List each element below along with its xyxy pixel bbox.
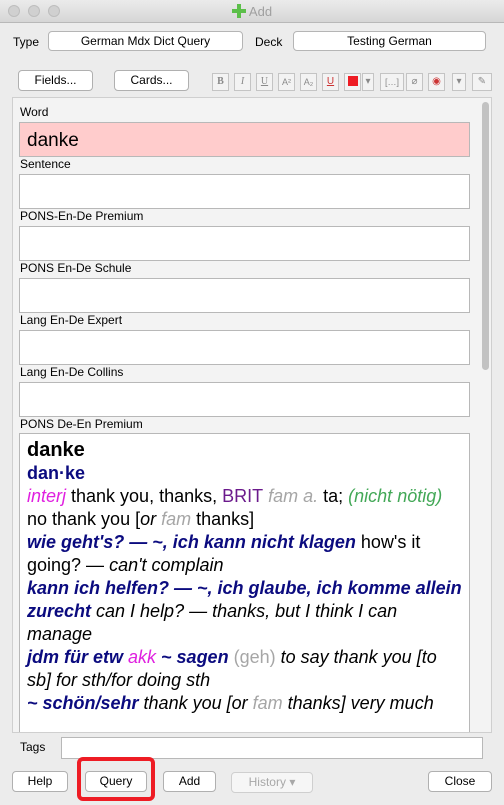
- dict-example-3-akk: akk: [128, 647, 157, 667]
- field-label-lang-en-de-collins: Lang En-De Collins: [20, 365, 124, 379]
- tags-input[interactable]: [61, 737, 483, 759]
- note-type-selector[interactable]: German Mdx Dict Query: [48, 31, 243, 51]
- dict-example-4: ~ schön/sehr thank you [or fam thanks] v…: [27, 692, 462, 715]
- cloze-icon[interactable]: […]: [380, 73, 404, 91]
- field-label-pons-en-de-premium: PONS-En-De Premium: [20, 209, 144, 223]
- history-button[interactable]: History ▾: [231, 772, 313, 793]
- query-highlight-box: [77, 757, 155, 801]
- field-lang-en-de-expert[interactable]: [19, 330, 470, 365]
- editor-scroll-thumb[interactable]: [482, 102, 489, 370]
- dict-pos: interj: [27, 486, 67, 506]
- cards-button[interactable]: Cards...: [114, 70, 189, 91]
- field-pons-en-de-premium[interactable]: [19, 226, 470, 261]
- dict-example-4-en-2: thanks] very much: [282, 693, 434, 713]
- dict-sense-1: interj thank you, thanks, BRIT fam a. ta…: [27, 485, 462, 531]
- field-label-sentence: Sentence: [20, 157, 71, 171]
- dict-thanks: thanks]: [191, 509, 255, 529]
- record-icon[interactable]: ◉: [428, 73, 445, 91]
- attach-icon[interactable]: ⌀: [406, 73, 423, 91]
- text-color-icon[interactable]: [344, 73, 361, 91]
- dict-example-1-en-italic: can't complain: [109, 555, 224, 575]
- field-label-pons-en-de-schule: PONS En-De Schule: [20, 261, 132, 275]
- field-word-value: danke: [27, 130, 79, 151]
- dict-example-4-or: or: [231, 693, 248, 713]
- bold-icon[interactable]: B: [212, 73, 229, 91]
- field-sentence[interactable]: [19, 174, 470, 209]
- text-color-swatch: [347, 76, 358, 87]
- dict-syllabified: dan·ke: [27, 463, 86, 483]
- clear-format-icon[interactable]: U: [322, 73, 339, 91]
- history-button-label: History: [248, 775, 286, 789]
- dict-ta: ta;: [318, 486, 349, 506]
- dict-translation: thank you, thanks,: [66, 486, 223, 506]
- dict-no-thank-you: no thank you [: [27, 509, 141, 529]
- dict-fam: fam: [156, 509, 192, 529]
- field-lang-en-de-collins[interactable]: [19, 382, 470, 417]
- dict-example-1-de: wie geht's? — ~, ich kann nicht klagen: [27, 532, 356, 552]
- dict-example-3-de: jdm für etw: [27, 647, 129, 667]
- dict-example-4-en: thank you [: [138, 693, 232, 713]
- tags-label: Tags: [20, 740, 46, 754]
- color-dropdown-icon[interactable]: ▾: [362, 73, 374, 91]
- underline-icon[interactable]: U: [256, 73, 273, 91]
- fields-button[interactable]: Fields...: [18, 70, 93, 91]
- deck-selector[interactable]: Testing German: [293, 31, 486, 51]
- dict-example-3-geh: (geh): [228, 647, 276, 667]
- dict-nicht-noetig: (nicht nötig): [348, 486, 443, 506]
- italic-icon[interactable]: I: [234, 73, 251, 91]
- field-label-lang-en-de-expert: Lang En-De Expert: [20, 313, 123, 327]
- dict-example-2: kann ich helfen? — ~, ich glaube, ich ko…: [27, 577, 462, 646]
- more-dropdown-icon[interactable]: ▾: [452, 73, 466, 91]
- dict-example-4-fam: fam: [247, 693, 283, 713]
- deck-label: Deck: [255, 35, 283, 49]
- window-title-text: Add: [248, 4, 273, 19]
- field-pons-en-de-schule[interactable]: [19, 278, 470, 313]
- extra-icon[interactable]: ✎: [472, 73, 492, 91]
- dict-example-4-de: ~ schön/sehr: [27, 693, 139, 713]
- superscript-icon[interactable]: A²: [278, 73, 295, 91]
- dict-region: BRIT: [222, 486, 264, 506]
- window-title: Add: [0, 4, 504, 19]
- add-plus-icon: [231, 4, 246, 18]
- help-button[interactable]: Help: [12, 771, 68, 792]
- title-bar: Add: [0, 0, 504, 23]
- dict-example-3: jdm für etw akk ~ sagen (geh) to say tha…: [27, 646, 462, 692]
- dict-register: fam a.: [263, 486, 319, 506]
- subscript-icon[interactable]: A₂: [300, 73, 317, 91]
- history-chevron-down-icon: ▾: [289, 775, 296, 789]
- field-label-pons-de-en-premium: PONS De-En Premium: [20, 417, 143, 431]
- dict-example-1: wie geht's? — ~, ich kann nicht klagen h…: [27, 531, 462, 577]
- add-button[interactable]: Add: [163, 771, 216, 792]
- dict-headword: danke: [27, 439, 85, 461]
- dict-or: or: [140, 509, 157, 529]
- type-label: Type: [13, 35, 40, 49]
- dict-example-3-de-2: ~ sagen: [156, 647, 229, 667]
- fields-editor: Word danke Sentence PONS-En-De Premium P…: [12, 97, 492, 733]
- editor-scrollbar[interactable]: [479, 98, 491, 732]
- field-word[interactable]: danke: [19, 122, 470, 157]
- field-label-word: Word: [20, 105, 49, 119]
- field-pons-de-en-premium[interactable]: danke dan·ke interj thank you, thanks, B…: [19, 433, 470, 732]
- close-button[interactable]: Close: [428, 771, 492, 792]
